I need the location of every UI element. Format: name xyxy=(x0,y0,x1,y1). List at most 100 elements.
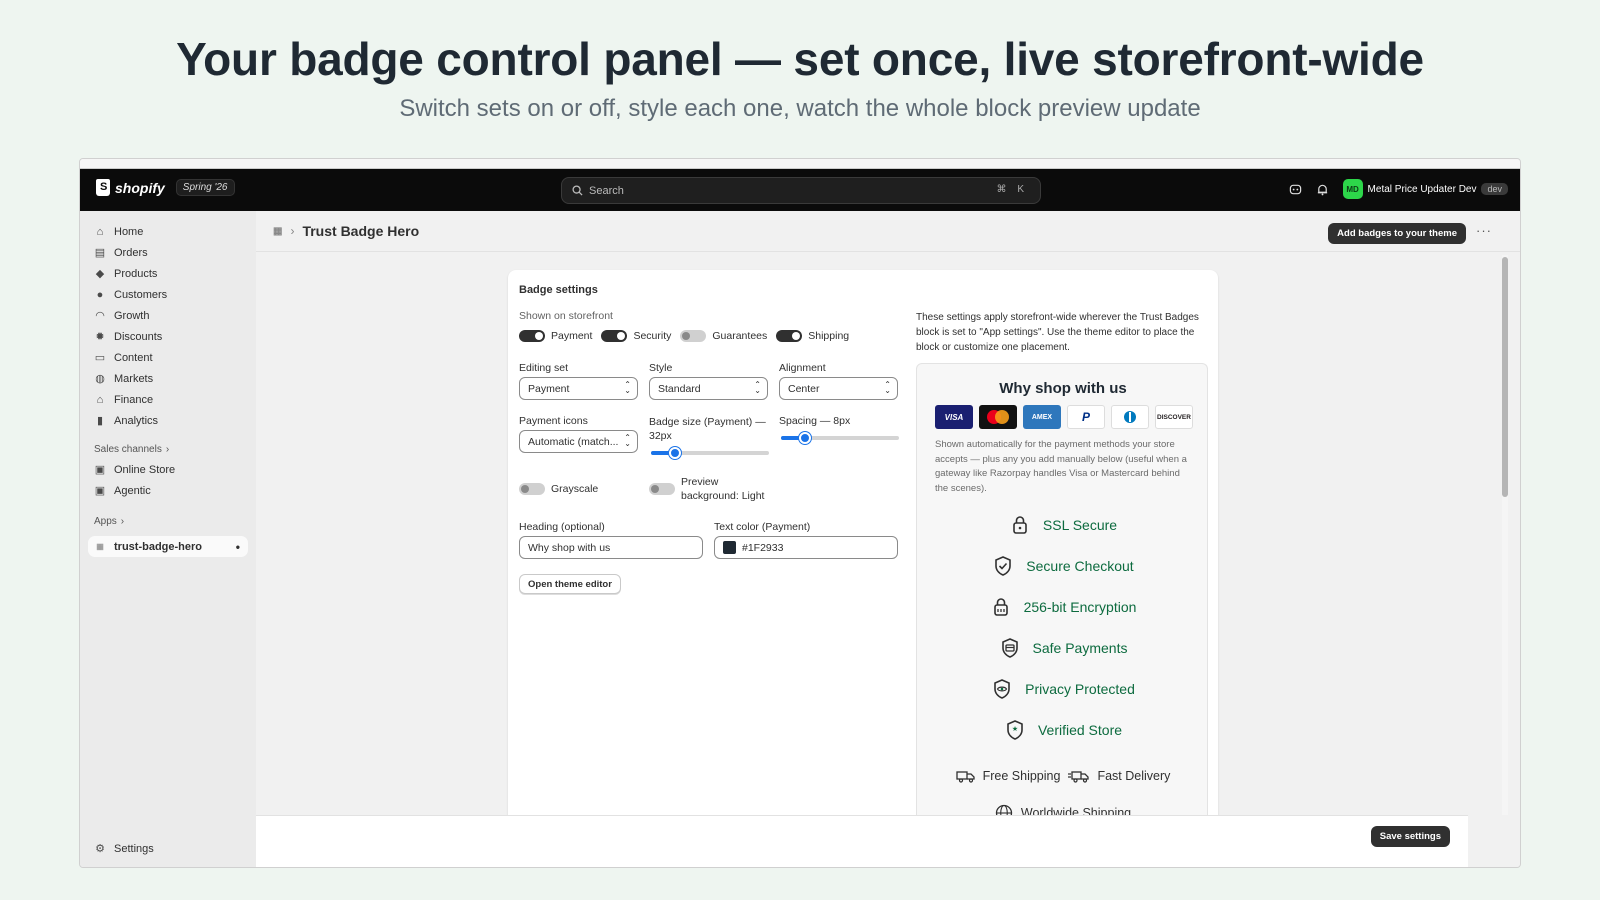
slider-handle[interactable] xyxy=(798,432,811,444)
avatar: MD xyxy=(1342,179,1363,199)
globe-icon: ◍ xyxy=(95,373,105,385)
scrollbar-thumb[interactable] xyxy=(1502,257,1508,497)
switch[interactable] xyxy=(776,330,803,342)
sidebar-item-finance[interactable]: ⌂ Finance xyxy=(80,389,256,410)
select-chevron-icon: ⌃ ⌄ xyxy=(884,380,891,395)
store-name: Metal Price Updater Dev xyxy=(1367,183,1477,195)
sidebar-item-label: Orders xyxy=(114,246,148,259)
search-input[interactable]: Search ⌘ K xyxy=(561,177,1041,204)
switch[interactable] xyxy=(519,330,545,342)
toggle-label: Payment xyxy=(551,330,593,342)
sidebar-item-customers[interactable]: ● Customers xyxy=(80,284,256,305)
sidebar-item-label: Analytics xyxy=(114,414,159,427)
content-icon: ▭ xyxy=(94,352,106,364)
badge-label: Secure Checkout xyxy=(1026,558,1134,574)
heading-input[interactable]: Why shop with us xyxy=(519,536,703,559)
bell-icon[interactable] xyxy=(1316,183,1329,196)
payment-icons-select[interactable]: Automatic (match... ⌃ ⌄ xyxy=(519,430,638,453)
select-value: Automatic (match... xyxy=(528,435,619,448)
switch[interactable] xyxy=(601,330,628,342)
visa-icon: VISA xyxy=(935,405,973,429)
switch[interactable] xyxy=(649,483,675,495)
text-color-input[interactable]: #1F2933 xyxy=(714,536,898,559)
toggle-guarantees[interactable]: Guarantees xyxy=(680,330,767,342)
heading-label: Heading (optional) xyxy=(519,521,605,533)
grayscale-toggle[interactable]: Grayscale xyxy=(519,483,598,495)
input-value: Why shop with us xyxy=(528,541,611,554)
alignment-select[interactable]: Center ⌃ ⌄ xyxy=(779,377,898,400)
add-badges-button[interactable]: Add badges to your theme xyxy=(1328,223,1466,244)
sidebar-item-online-store[interactable]: ▣ Online Store xyxy=(80,459,256,480)
sidebar-item-home[interactable]: ⌂ Home xyxy=(80,221,256,242)
sidebar-item-analytics[interactable]: ▮ Analytics xyxy=(80,410,256,431)
bank-icon: ⌂ xyxy=(96,393,104,406)
select-chevron-icon: ⌃ ⌄ xyxy=(754,380,761,395)
app-icon: ▦ xyxy=(96,542,104,551)
sidebar-item-growth[interactable]: ◠ Growth xyxy=(80,305,256,326)
spacing-label: Spacing — 8px xyxy=(779,415,851,427)
pin-dot-icon: • xyxy=(235,539,240,554)
sidebar-item-trust-badge-hero[interactable]: ▦ trust-badge-hero • xyxy=(88,536,248,557)
shopify-logo[interactable]: shopify Spring '26 xyxy=(96,179,235,196)
input-value: #1F2933 xyxy=(742,541,784,554)
slider-handle[interactable] xyxy=(668,447,681,459)
toggle-security[interactable]: Security xyxy=(601,330,671,342)
sidebar-item-settings[interactable]: ⚙ Settings xyxy=(80,838,256,859)
hero-subtitle: Switch sets on or off, style each one, w… xyxy=(399,95,1201,122)
main-content: ▦ › Trust Badge Hero Add badges to your … xyxy=(256,211,1520,867)
sidebar-item-products[interactable]: ◆ Products xyxy=(80,263,256,284)
sidebar-item-agentic[interactable]: ▣ Agentic xyxy=(80,480,256,501)
sidebar-item-label: Settings xyxy=(114,842,154,855)
app-icon[interactable]: ▦ xyxy=(273,226,282,237)
style-select[interactable]: Standard ⌃ ⌄ xyxy=(649,377,768,400)
badge-label: Safe Payments xyxy=(1032,640,1128,656)
toggle-shipping[interactable]: Shipping xyxy=(776,330,849,342)
agentic-icon: ▣ xyxy=(94,485,106,497)
more-actions-icon[interactable]: ··· xyxy=(1476,223,1492,238)
sidebar-item-orders[interactable]: ▤ Orders xyxy=(80,242,256,263)
style-label: Style xyxy=(649,362,673,374)
sidebar-item-content[interactable]: ▭ Content xyxy=(80,347,256,368)
switch[interactable] xyxy=(680,330,707,342)
padlock-icon xyxy=(1013,516,1027,534)
sidebar-item-label: Content xyxy=(114,351,153,364)
payment-icons-row: VISA AMEX P DISCOVER xyxy=(935,405,1193,429)
sidekick-icon[interactable] xyxy=(1289,183,1302,196)
sidebar: ⌂ Home ▤ Orders ◆ Products ● Customers ◠ Grow… xyxy=(80,211,256,867)
edition-badge: Spring '26 xyxy=(175,179,235,196)
sidebar-item-markets[interactable]: ◍ Markets xyxy=(80,368,256,389)
scrollbar[interactable] xyxy=(1502,255,1508,815)
dev-badge: dev xyxy=(1481,183,1508,195)
open-theme-editor-button[interactable]: Open theme editor xyxy=(519,574,621,594)
editing-set-select[interactable]: Payment ⌃ ⌄ xyxy=(519,377,638,400)
apps-heading[interactable]: Apps › xyxy=(80,511,256,531)
sidebar-item-discounts[interactable]: ✹ Discounts xyxy=(80,326,256,347)
store-switcher[interactable]: MD Metal Price Updater Dev dev xyxy=(1342,179,1508,199)
sidebar-item-label: Customers xyxy=(114,288,168,301)
page-title: Trust Badge Hero xyxy=(302,223,420,239)
save-bar: Save settings xyxy=(256,815,1468,867)
sidebar-item-label: Finance xyxy=(114,393,154,406)
mastercard-icon xyxy=(979,405,1017,429)
switch[interactable] xyxy=(519,483,545,495)
hero-title: Your badge control panel — set once, liv… xyxy=(176,33,1424,85)
preview-background-toggle[interactable]: Preview background: Light xyxy=(649,475,771,503)
shield-check-icon xyxy=(995,556,1012,576)
badge-label: Verified Store xyxy=(1037,722,1123,738)
badge-size-slider[interactable] xyxy=(651,447,769,459)
badge-label: Free Shipping xyxy=(982,769,1061,783)
brand-name: shopify xyxy=(115,179,165,196)
color-swatch[interactable] xyxy=(723,541,736,554)
sales-channels-heading[interactable]: Sales channels › xyxy=(80,439,256,459)
toggle-label: Shipping xyxy=(808,330,850,342)
spacing-slider[interactable] xyxy=(781,432,899,444)
save-settings-button[interactable]: Save settings xyxy=(1370,826,1450,847)
toggle-payment[interactable]: Payment xyxy=(519,330,592,342)
section-label: Apps xyxy=(94,515,117,527)
toggle-label: Grayscale xyxy=(551,483,599,495)
badge-label: SSL Secure xyxy=(1042,517,1118,533)
shield-eye-icon xyxy=(994,679,1010,699)
chevron-right-icon: › xyxy=(120,515,125,527)
sidebar-item-label: Markets xyxy=(114,372,154,385)
sidebar-item-label: Products xyxy=(114,267,158,280)
